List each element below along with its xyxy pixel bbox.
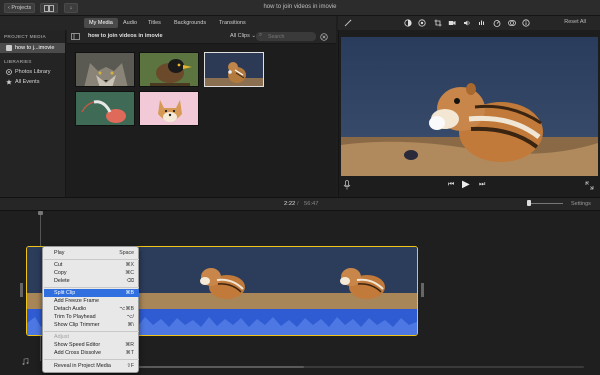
clip-right-handle[interactable] xyxy=(421,283,424,297)
menu-item-cut[interactable]: Cut ⌘X xyxy=(44,261,139,269)
viewer-frame xyxy=(341,37,598,176)
viewer: ⏮ ▶ ⏭ xyxy=(338,30,600,197)
menu-item-add-freeze-frame[interactable]: Add Freeze Frame xyxy=(44,297,139,305)
zoom-slider-knob[interactable] xyxy=(527,200,531,206)
timeline-header: 2:22 / 56:47 Settings xyxy=(0,197,600,211)
menu-separator xyxy=(44,331,139,332)
time-separator: / xyxy=(297,201,299,207)
star-icon xyxy=(6,78,12,85)
libraries-sidebar: PROJECT MEDIA how to j...imovie LIBRARIE… xyxy=(0,30,66,197)
fullscreen-icon[interactable] xyxy=(585,181,594,190)
info-icon[interactable] xyxy=(522,19,530,27)
event-title: how to join videos in imovie xyxy=(88,33,163,39)
total-time: 56:47 xyxy=(304,201,319,207)
play-button[interactable]: ▶ xyxy=(462,179,470,190)
clip-context-menu: Play Space Cut ⌘X Copy ⌘C Delete ⌫ Split Cli… xyxy=(42,246,139,373)
menu-item-play[interactable]: Play Space xyxy=(44,249,139,257)
browser-filter-bar: how to join videos in imovie All Clips ⌄… xyxy=(67,30,336,44)
tab-titles[interactable]: Titles xyxy=(143,18,166,28)
noise-reduction-icon[interactable] xyxy=(478,19,486,27)
menu-item-split-clip[interactable]: Split Clip ⌘B xyxy=(44,289,139,297)
volume-icon[interactable] xyxy=(463,19,471,27)
menu-item-detach-audio[interactable]: Detach Audio ⌥⌘B xyxy=(44,305,139,313)
menu-item-show-clip-trimmer[interactable]: Show Clip Trimmer ⌘\ xyxy=(44,321,139,329)
browser-tab-bar: My Media Audio Titles Backgrounds Transi… xyxy=(0,16,336,30)
color-correction-icon[interactable] xyxy=(418,19,426,27)
sidebar-toggle-icon[interactable] xyxy=(71,33,80,40)
window-title: how to join videos in imovie xyxy=(263,4,337,10)
tab-my-media[interactable]: My Media xyxy=(84,18,118,28)
chipmunk-thumbnail-image xyxy=(205,53,263,86)
search-placeholder: Search xyxy=(268,33,285,40)
reset-all-button[interactable]: Reset All xyxy=(564,19,586,25)
project-media-header: PROJECT MEDIA xyxy=(4,35,47,40)
microphone-icon[interactable] xyxy=(343,180,351,190)
search-icon: ⌕ xyxy=(259,32,263,38)
tab-transitions[interactable]: Transitions xyxy=(214,18,251,28)
magic-wand-icon[interactable] xyxy=(344,19,352,27)
sidebar-item-all-events[interactable]: All Events xyxy=(0,77,65,87)
search-field[interactable]: ⌕ Search xyxy=(256,32,316,41)
clip-thumbnail-bird[interactable] xyxy=(139,52,199,87)
menu-item-delete[interactable]: Delete ⌫ xyxy=(44,277,139,285)
chipmunk-preview-image xyxy=(341,37,598,176)
title-bar: ‹ Projects ↓ how to join videos in imovi… xyxy=(0,0,600,16)
clip-filter-icon[interactable] xyxy=(508,19,516,27)
close-icon[interactable] xyxy=(320,33,328,41)
stabilization-icon[interactable] xyxy=(448,19,456,27)
sidebar-item-photos-library[interactable]: Photos Library xyxy=(0,67,65,77)
media-browser: how to join videos in imovie All Clips ⌄… xyxy=(67,30,336,197)
photos-icon xyxy=(6,68,12,75)
skip-forward-button[interactable]: ⏭ xyxy=(479,181,485,189)
skip-back-icon: ⏮ xyxy=(448,181,455,188)
tab-audio[interactable]: Audio xyxy=(118,18,142,28)
menu-item-show-speed-editor[interactable]: Show Speed Editor ⌘R xyxy=(44,341,139,349)
wolf-thumbnail-image xyxy=(76,53,134,86)
menu-item-add-cross-dissolve[interactable]: Add Cross Dissolve ⌘T xyxy=(44,349,139,357)
speed-icon[interactable] xyxy=(493,19,501,27)
menu-separator xyxy=(44,359,139,360)
music-note-icon xyxy=(22,358,29,365)
tab-backgrounds[interactable]: Backgrounds xyxy=(169,18,211,28)
clip-thumbnail-dog[interactable] xyxy=(139,91,199,126)
skip-back-button[interactable]: ⏮ xyxy=(448,181,454,189)
current-time: 2:22 xyxy=(284,201,296,207)
clip-thumbnail-ibis[interactable] xyxy=(75,91,135,126)
menu-item-adjust: Adjust xyxy=(54,334,69,340)
menu-item-reveal-in-project-media[interactable]: Reveal in Project Media ⇧F xyxy=(44,362,139,370)
playhead-handle[interactable] xyxy=(38,211,43,215)
libraries-header: LIBRARIES xyxy=(4,60,32,65)
color-balance-icon[interactable] xyxy=(404,19,412,27)
clip-thumbnail-wolf[interactable] xyxy=(75,52,135,87)
menu-item-copy[interactable]: Copy ⌘C xyxy=(44,269,139,277)
viewer-toolbar: Reset All xyxy=(338,16,600,30)
menu-separator xyxy=(44,259,139,260)
clip-thumbnail-chipmunk[interactable] xyxy=(204,52,264,87)
play-icon: ▶ xyxy=(462,179,470,190)
clips-filter-select[interactable]: All Clips ⌄ xyxy=(230,33,256,39)
clip-left-handle[interactable] xyxy=(20,283,23,297)
sidebar-item-project[interactable]: how to j...imovie xyxy=(0,43,65,53)
settings-button[interactable]: Settings xyxy=(571,201,591,207)
ibis-thumbnail-image xyxy=(76,92,134,125)
dog-thumbnail-image xyxy=(140,92,198,125)
bird-thumbnail-image xyxy=(140,53,198,86)
menu-separator xyxy=(44,287,139,288)
crop-icon[interactable] xyxy=(434,19,442,27)
skip-forward-icon: ⏭ xyxy=(479,181,486,188)
menu-item-trim-to-playhead[interactable]: Trim To Playhead ⌥/ xyxy=(44,313,139,321)
film-icon xyxy=(6,44,12,51)
zoom-slider[interactable] xyxy=(527,200,563,206)
